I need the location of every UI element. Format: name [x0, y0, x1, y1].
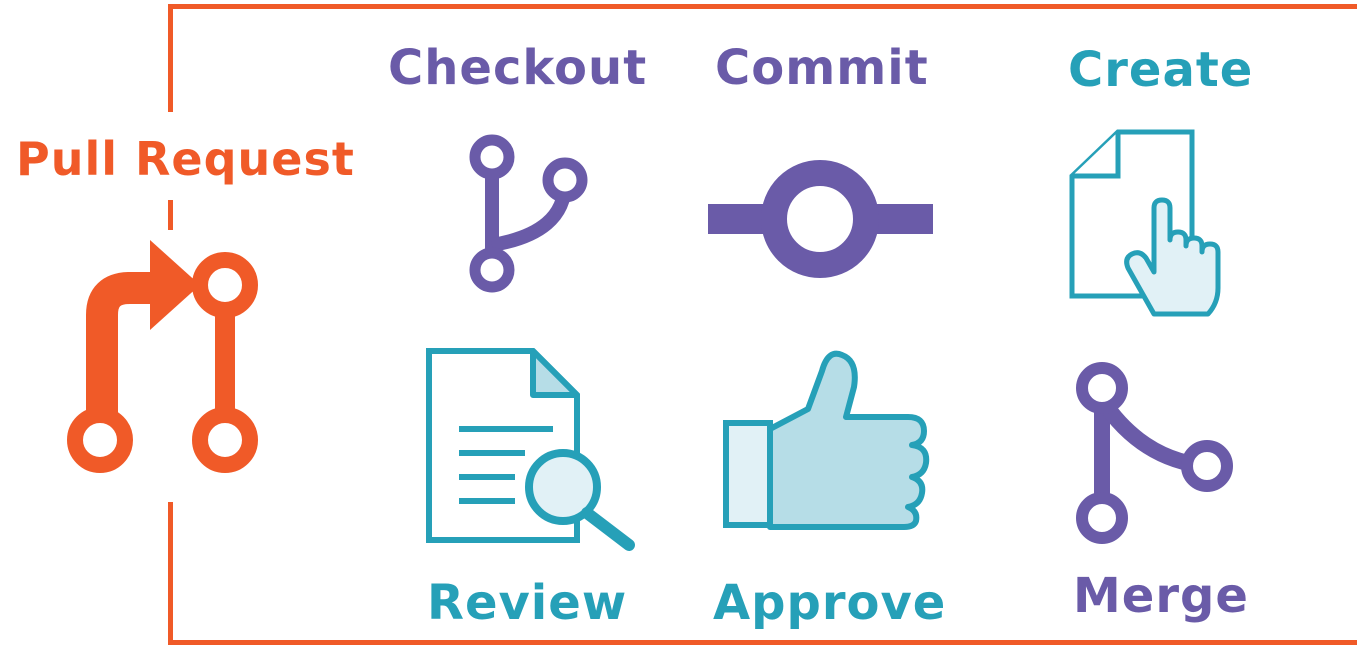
- create-label: Create: [1068, 42, 1254, 98]
- git-merge-icon: [1076, 362, 1233, 544]
- frame-left-border-mid: [168, 200, 173, 230]
- pull-request-icon: [67, 240, 258, 473]
- frame-bottom-border: [168, 640, 1357, 645]
- thumbs-up-icon: [723, 350, 930, 530]
- frame-left-border-upper: [168, 4, 173, 112]
- checkout-label: Checkout: [388, 40, 648, 96]
- frame-left-border-lower: [168, 502, 173, 645]
- git-commit-icon: [708, 160, 933, 278]
- frame-top-border: [168, 4, 1357, 9]
- git-branch-icon: [469, 134, 588, 293]
- review-label: Review: [427, 575, 628, 631]
- document-magnifier-icon: [426, 348, 635, 551]
- approve-label: Approve: [713, 575, 947, 631]
- commit-label: Commit: [715, 40, 929, 96]
- pull-request-title: Pull Request: [16, 132, 355, 186]
- document-pointer-hand-icon: [1069, 129, 1221, 317]
- merge-label: Merge: [1073, 568, 1249, 624]
